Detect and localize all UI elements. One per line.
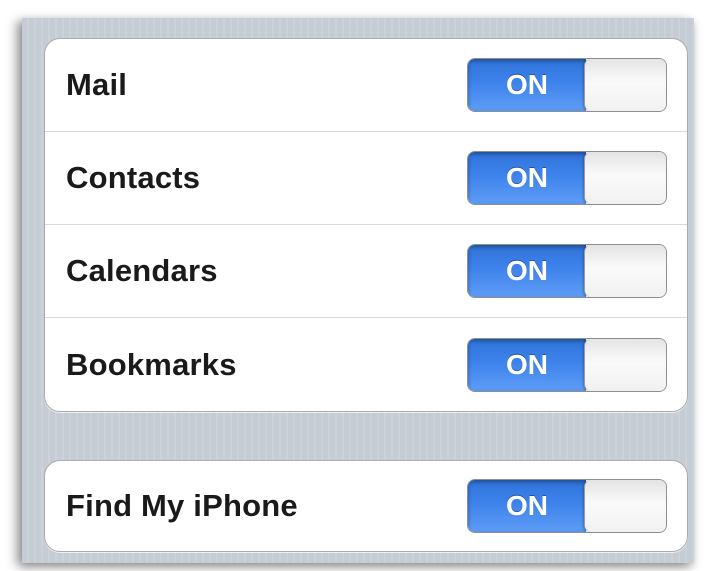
find-my-iphone-group: Find My iPhone ON — [44, 460, 688, 552]
row-label: Bookmarks — [66, 346, 237, 382]
row-label: Mail — [66, 67, 128, 102]
settings-row-contacts: Contacts ON — [45, 132, 687, 225]
settings-row-mail: Mail ON — [45, 39, 687, 132]
bookmarks-toggle-switch[interactable]: ON — [467, 337, 667, 392]
contacts-toggle-switch[interactable]: ON — [467, 151, 667, 205]
calendars-toggle-switch[interactable]: ON — [467, 244, 667, 298]
screenshot-frame: Mail ON Contacts ON Calendars ON Bookmar… — [0, 0, 705, 571]
toggle-knob — [584, 59, 666, 111]
row-label: Calendars — [66, 253, 218, 288]
settings-row-find-my-iphone: Find My iPhone ON — [45, 461, 687, 551]
toggle-on-label: ON — [468, 245, 586, 297]
settings-screen: Mail ON Contacts ON Calendars ON Bookmar… — [22, 18, 694, 563]
toggle-knob — [584, 245, 666, 297]
toggle-on-label: ON — [468, 152, 586, 204]
row-label: Contacts — [66, 160, 201, 195]
toggle-knob — [584, 338, 666, 391]
row-label: Find My iPhone — [66, 488, 298, 523]
toggle-on-label: ON — [468, 59, 586, 111]
toggle-on-label: ON — [468, 480, 586, 532]
toggle-knob — [584, 152, 666, 204]
find-my-iphone-toggle-switch[interactable]: ON — [467, 479, 667, 533]
settings-row-calendars: Calendars ON — [45, 225, 687, 318]
mail-toggle-switch[interactable]: ON — [467, 58, 667, 112]
toggle-on-label: ON — [468, 338, 586, 391]
sync-settings-group: Mail ON Contacts ON Calendars ON Bookmar… — [44, 38, 688, 412]
toggle-knob — [584, 480, 666, 532]
settings-row-bookmarks: Bookmarks ON — [45, 318, 687, 411]
